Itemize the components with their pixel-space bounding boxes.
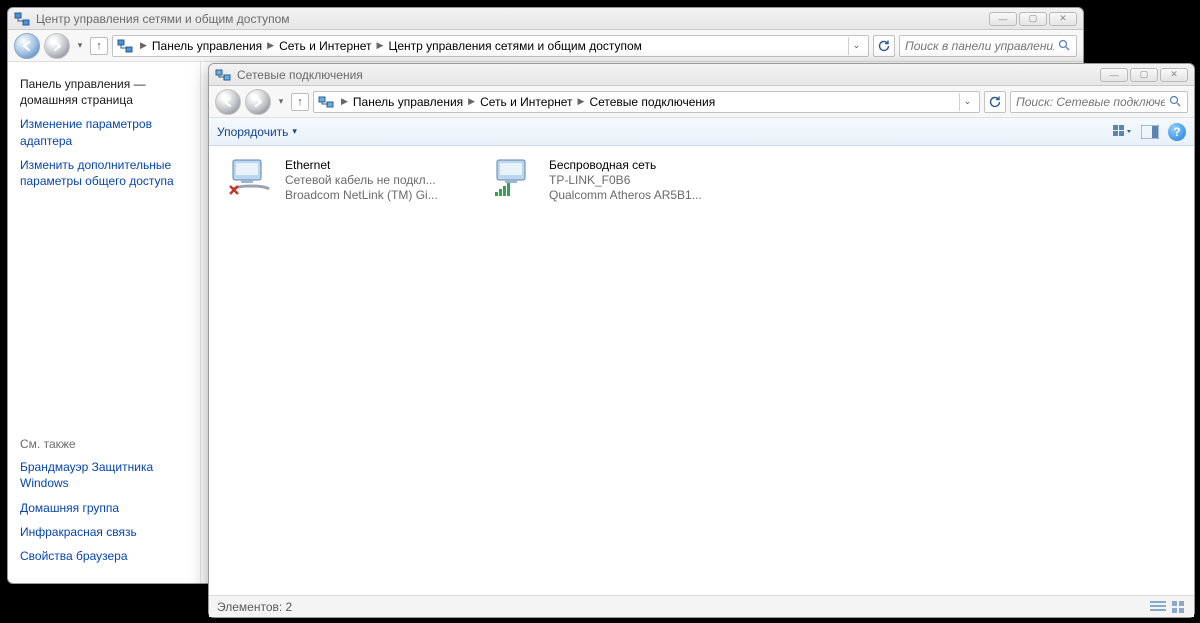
breadcrumb-sep-icon: ▶	[374, 40, 387, 51]
app-icon	[215, 67, 231, 83]
breadcrumb-item[interactable]: Центр управления сетями и общим доступом	[386, 39, 644, 53]
history-dropdown[interactable]: ▾	[275, 96, 287, 107]
window-title: Центр управления сетями и общим доступом	[36, 12, 989, 26]
maximize-button[interactable]: ▢	[1019, 12, 1047, 26]
address-dropdown[interactable]: ⌄	[848, 37, 864, 55]
window-title: Сетевые подключения	[237, 68, 1100, 82]
sidebar-link-browser-properties[interactable]: Свойства браузера	[20, 548, 188, 564]
close-button[interactable]: ✕	[1049, 12, 1077, 26]
breadcrumb-item[interactable]: Сеть и Интернет	[478, 95, 574, 109]
app-icon	[14, 11, 30, 27]
search-box[interactable]	[1010, 91, 1188, 113]
search-input[interactable]	[1016, 95, 1165, 109]
search-box[interactable]	[899, 35, 1077, 57]
connection-item-wireless[interactable]: Беспроводная сеть TP-LINK_F0B6 Qualcomm …	[491, 158, 731, 202]
location-icon	[117, 38, 133, 54]
search-input[interactable]	[905, 39, 1054, 53]
nav-bar: ▾ ↑ ▶ Панель управления ▶ Сеть и Интерне…	[209, 86, 1194, 118]
back-button[interactable]	[215, 89, 241, 115]
breadcrumb-item[interactable]: Сеть и Интернет	[277, 39, 373, 53]
connection-device: Qualcomm Atheros AR5B1...	[549, 188, 702, 202]
toolbar: Упорядочить ▾ ?	[209, 118, 1194, 146]
wireless-icon	[491, 158, 539, 198]
breadcrumb-sep-icon: ▶	[575, 96, 588, 107]
breadcrumb-item[interactable]: Панель управления	[351, 95, 465, 109]
view-options-button[interactable]	[1112, 123, 1132, 141]
chevron-down-icon: ▾	[292, 126, 297, 137]
sidebar-link-infrared[interactable]: Инфракрасная связь	[20, 524, 188, 540]
forward-button[interactable]	[245, 89, 271, 115]
up-button[interactable]: ↑	[90, 37, 108, 55]
up-button[interactable]: ↑	[291, 93, 309, 111]
breadcrumb-item[interactable]: Сетевые подключения	[587, 95, 717, 109]
item-count: Элементов: 2	[217, 600, 292, 614]
minimize-button[interactable]: —	[989, 12, 1017, 26]
see-also-label: См. также	[20, 437, 188, 451]
connection-name: Ethernet	[285, 158, 438, 172]
connection-list: Ethernet Сетевой кабель не подкл... Broa…	[209, 146, 1194, 595]
maximize-button[interactable]: ▢	[1130, 68, 1158, 82]
refresh-button[interactable]	[984, 91, 1006, 113]
forward-button[interactable]	[44, 33, 70, 59]
breadcrumb-sep-icon: ▶	[137, 40, 150, 51]
breadcrumb-sep-icon: ▶	[338, 96, 351, 107]
connection-device: Broadcom NetLink (TM) Gi...	[285, 188, 438, 202]
breadcrumb-sep-icon: ▶	[264, 40, 277, 51]
search-icon	[1169, 95, 1182, 108]
help-button[interactable]: ?	[1168, 123, 1186, 141]
connection-status: Сетевой кабель не подкл...	[285, 173, 438, 187]
ethernet-icon	[227, 158, 275, 198]
nav-bar: ▾ ↑ ▶ Панель управления ▶ Сеть и Интерне…	[8, 30, 1083, 62]
breadcrumb-item[interactable]: Панель управления	[150, 39, 264, 53]
organize-button[interactable]: Упорядочить ▾	[217, 125, 297, 139]
window-network-connections: Сетевые подключения — ▢ ✕ ▾ ↑ ▶ Панель у…	[208, 63, 1195, 618]
sidebar-link-advanced-sharing[interactable]: Изменить дополнительные параметры общего…	[20, 157, 188, 189]
status-bar: Элементов: 2	[209, 595, 1194, 617]
search-icon	[1058, 39, 1071, 52]
sidebar: Панель управления — домашняя страница Из…	[8, 62, 201, 583]
close-button[interactable]: ✕	[1160, 68, 1188, 82]
connection-ssid: TP-LINK_F0B6	[549, 173, 702, 187]
minimize-button[interactable]: —	[1100, 68, 1128, 82]
back-button[interactable]	[14, 33, 40, 59]
view-icons-icon[interactable]	[1172, 601, 1186, 613]
breadcrumb-sep-icon: ▶	[465, 96, 478, 107]
preview-pane-button[interactable]	[1140, 123, 1160, 141]
sidebar-link-firewall[interactable]: Брандмауэр Защитника Windows	[20, 459, 188, 491]
history-dropdown[interactable]: ▾	[74, 40, 86, 51]
connection-name: Беспроводная сеть	[549, 158, 702, 172]
sidebar-home-link[interactable]: Панель управления — домашняя страница	[20, 76, 188, 108]
sidebar-link-adapter-settings[interactable]: Изменение параметров адаптера	[20, 116, 188, 148]
titlebar[interactable]: Центр управления сетями и общим доступом…	[8, 8, 1083, 30]
connection-item-ethernet[interactable]: Ethernet Сетевой кабель не подкл... Broa…	[227, 158, 467, 202]
refresh-button[interactable]	[873, 35, 895, 57]
address-dropdown[interactable]: ⌄	[959, 93, 975, 111]
address-bar[interactable]: ▶ Панель управления ▶ Сеть и Интернет ▶ …	[313, 91, 980, 113]
titlebar[interactable]: Сетевые подключения — ▢ ✕	[209, 64, 1194, 86]
view-details-icon[interactable]	[1150, 601, 1166, 613]
location-icon	[318, 94, 334, 110]
address-bar[interactable]: ▶ Панель управления ▶ Сеть и Интернет ▶ …	[112, 35, 869, 57]
sidebar-link-homegroup[interactable]: Домашняя группа	[20, 500, 188, 516]
